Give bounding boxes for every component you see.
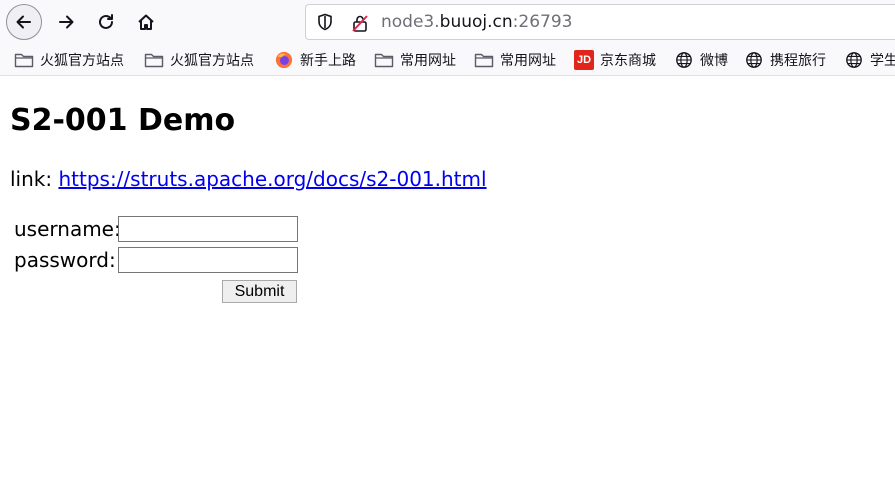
bookmark-label: 携程旅行 [770, 53, 826, 69]
bookmark-item[interactable]: 学生 [844, 49, 895, 71]
bookmark-label: 常用网址 [500, 53, 556, 69]
password-label: password: [14, 248, 116, 272]
folder-icon [14, 51, 34, 69]
url-bar[interactable]: node3.buuoj.cn:26793 [305, 4, 895, 40]
struts-docs-link[interactable]: https://struts.apache.org/docs/s2-001.ht… [58, 167, 486, 191]
jd-icon: JD [574, 50, 594, 70]
globe-icon [844, 51, 864, 69]
tracking-protection-shield-icon[interactable] [316, 13, 334, 31]
globe-icon [744, 51, 764, 69]
url-subdomain: node3. [381, 12, 440, 32]
arrow-left-icon [16, 15, 31, 29]
url-domain: buuoj.cn [439, 12, 513, 32]
forward-button[interactable] [48, 4, 84, 40]
bookmark-label: 京东商城 [600, 53, 656, 69]
back-button[interactable] [6, 4, 42, 40]
username-input[interactable] [118, 216, 298, 242]
password-input[interactable] [118, 247, 298, 273]
bookmark-item[interactable]: JD 京东商城 [574, 49, 656, 71]
bookmark-label: 新手上路 [300, 53, 356, 69]
home-button[interactable] [128, 4, 164, 40]
home-icon [138, 14, 154, 30]
bookmark-item[interactable]: 火狐官方站点 [14, 49, 124, 71]
bookmark-label: 火狐官方站点 [40, 53, 124, 69]
url-text[interactable]: node3.buuoj.cn:26793 [381, 12, 572, 32]
bookmark-item[interactable]: 火狐官方站点 [144, 49, 254, 71]
page-title: S2-001 Demo [10, 103, 236, 138]
reload-button[interactable] [88, 4, 124, 40]
reload-icon [99, 14, 113, 29]
arrow-right-icon [59, 15, 74, 29]
bookmark-item[interactable]: 常用网址 [374, 49, 456, 71]
folder-icon [474, 51, 494, 69]
bookmark-label: 微博 [700, 53, 728, 69]
folder-icon [144, 51, 164, 69]
bookmark-item[interactable]: 常用网址 [474, 49, 556, 71]
username-label: username: [14, 217, 121, 241]
bookmark-item[interactable]: 新手上路 [274, 49, 356, 71]
bookmark-label: 学生 [870, 53, 895, 69]
bookmark-label: 火狐官方站点 [170, 53, 254, 69]
jd-icon-text: JD [574, 50, 594, 70]
link-prefix: link: [10, 167, 59, 191]
globe-icon [674, 51, 694, 69]
submit-button[interactable]: Submit [222, 280, 297, 303]
bookmark-label: 常用网址 [400, 53, 456, 69]
firefox-icon [274, 51, 294, 69]
link-line: link: https://struts.apache.org/docs/s2-… [10, 167, 487, 191]
bookmarks-toolbar: 火狐官方站点 火狐官方站点 新手上路 常用网址 常用网址 JD 京东商城 微博 … [0, 44, 895, 76]
insecure-connection-icon[interactable] [350, 13, 370, 33]
url-port: :26793 [512, 12, 573, 32]
bookmark-item[interactable]: 微博 [674, 49, 728, 71]
bookmark-item[interactable]: 携程旅行 [744, 49, 826, 71]
browser-toolbar: node3.buuoj.cn:26793 [0, 0, 895, 44]
folder-icon [374, 51, 394, 69]
